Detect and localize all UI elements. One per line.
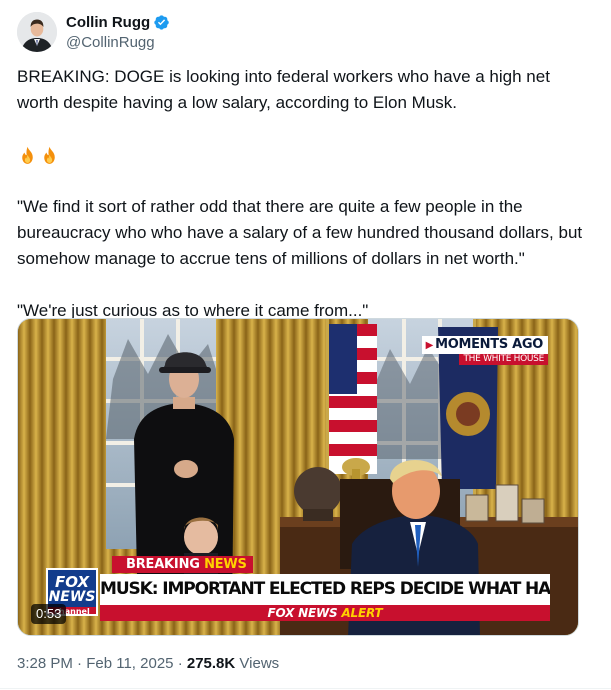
display-name[interactable]: Collin Rugg (66, 13, 150, 32)
fire-icon (44, 146, 55, 164)
video-duration: 0:53 (31, 604, 67, 624)
fox-news-alert-bar: FOX NEWS ALERT (100, 605, 550, 621)
video-player[interactable]: ▶ MOMENTS AGO THE WHITE HOUSE FOX NEWS ch… (17, 318, 579, 636)
logo-text-news: NEWS (48, 589, 96, 605)
divider (0, 688, 611, 689)
verified-badge-icon[interactable] (153, 14, 170, 31)
fire-icon (22, 146, 33, 164)
tweet-header: Collin Rugg @CollinRugg (17, 12, 170, 53)
location-badge: THE WHITE HOUSE (459, 354, 548, 365)
tweet-paragraph-2: "We find it sort of rather odd that ther… (17, 197, 583, 268)
avatar-portrait (17, 12, 57, 52)
views-count: 275.8K (186, 655, 236, 672)
tweet-text: BREAKING: DOGE is looking into federal w… (17, 64, 592, 324)
user-handle[interactable]: @CollinRugg (66, 33, 170, 53)
breaking-news-tag: BREAKING NEWS (112, 556, 253, 573)
views-label: Views (239, 655, 280, 672)
moments-ago-badge: ▶ MOMENTS AGO (421, 336, 548, 354)
separator: · (77, 655, 83, 672)
tweet-time[interactable]: 3:28 PM (17, 655, 73, 672)
emoji-row (17, 142, 592, 168)
tweet-meta: 3:28 PM · Feb 11, 2025 · 275.8K Views (17, 654, 279, 674)
chyron-headline: MUSK: IMPORTANT ELECTED REPS DECIDE WHAT… (100, 574, 550, 605)
tweet-paragraph-1: BREAKING: DOGE is looking into federal w… (17, 67, 550, 112)
logo-text-fox: FOX (54, 573, 90, 591)
avatar[interactable] (17, 12, 57, 52)
tweet-date[interactable]: Feb 11, 2025 (86, 655, 173, 672)
separator: · (177, 655, 183, 672)
